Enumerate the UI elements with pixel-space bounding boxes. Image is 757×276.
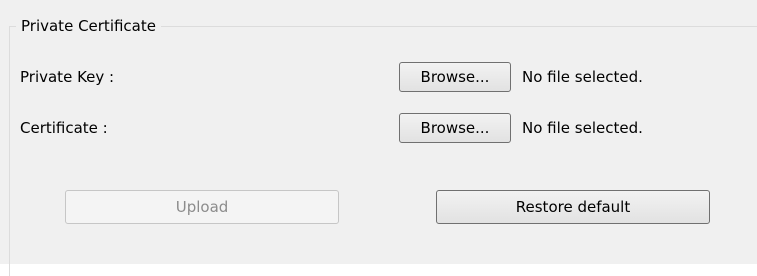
restore-default-button[interactable]: Restore default bbox=[436, 190, 710, 224]
private-key-label: Private Key : bbox=[20, 68, 115, 86]
certificate-panel: Private Certificate Private Key : Browse… bbox=[0, 0, 757, 276]
private-certificate-group bbox=[9, 26, 757, 276]
private-key-file-status: No file selected. bbox=[522, 68, 643, 86]
certificate-file-status: No file selected. bbox=[522, 119, 643, 137]
upload-button[interactable]: Upload bbox=[65, 190, 339, 224]
private-key-browse-button[interactable]: Browse... bbox=[399, 62, 511, 92]
group-title: Private Certificate bbox=[16, 15, 161, 37]
certificate-browse-button[interactable]: Browse... bbox=[399, 113, 511, 143]
certificate-label: Certificate : bbox=[20, 119, 108, 137]
